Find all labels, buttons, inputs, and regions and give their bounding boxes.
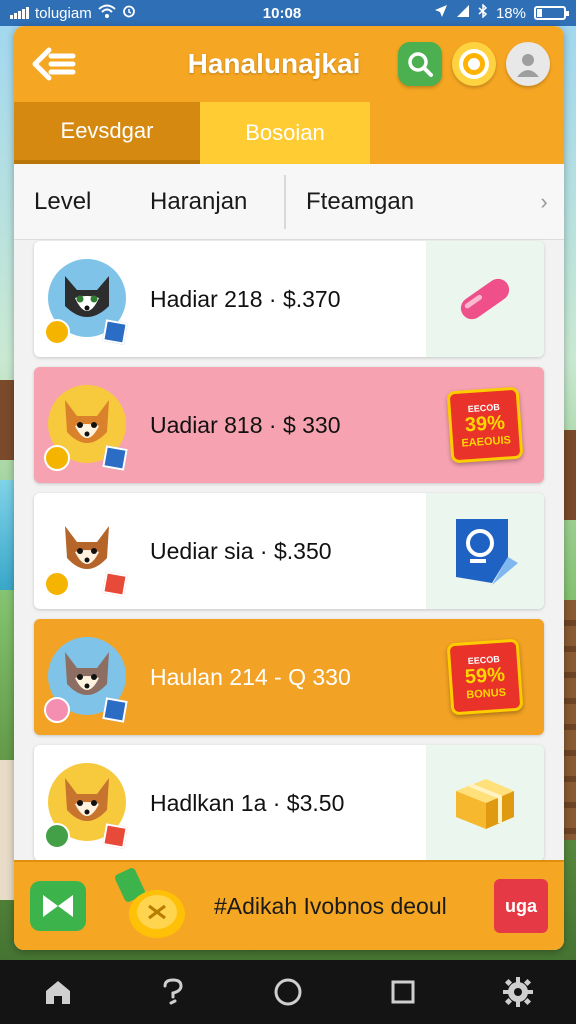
shield-icon (456, 519, 518, 585)
avatar-wrap (34, 241, 144, 357)
list-item[interactable]: Hadiar 218 · $.370 (34, 241, 544, 357)
level-badge-icon (102, 823, 128, 849)
circle-home-button[interactable] (264, 968, 312, 1016)
coin-badge-icon (44, 319, 70, 345)
avatar-wrap (34, 367, 144, 483)
settings-button[interactable] (494, 968, 542, 1016)
list-item[interactable]: Haulan 214 - Q 330 EECOB 59% BONUS (34, 619, 544, 735)
filter-row: Level Haranjan Fteamgan › (14, 164, 564, 240)
alarm-icon (122, 4, 136, 22)
row-label: Uadiar 818 · $ 330 (150, 411, 341, 438)
bluetooth-icon (478, 3, 488, 22)
signal-icon (10, 7, 29, 19)
gem-badge-icon (44, 823, 70, 849)
bonus-badge: EECOB 39% EAEOUIS (446, 386, 524, 464)
avatar-wrap (34, 619, 144, 735)
top-icons (398, 42, 550, 86)
bottom-banner: #Adikah Ivobnos deoul uga (14, 860, 564, 950)
banner-action-button[interactable]: uga (494, 879, 548, 933)
battery-fill (537, 9, 542, 17)
battery-icon (534, 6, 569, 20)
reward-slot[interactable] (426, 493, 544, 609)
coin-icon (459, 49, 489, 79)
recents-button[interactable] (379, 968, 427, 1016)
coin-badge-icon (44, 445, 70, 471)
coin-badge-icon (44, 571, 70, 597)
level-badge-icon (102, 571, 128, 597)
level-badge-icon (102, 445, 128, 471)
filter-fteamgan[interactable]: Fteamgan (286, 188, 524, 216)
bonus-badge-label: BONUS (465, 686, 507, 701)
gift-box-icon (456, 779, 514, 829)
circle-icon (274, 978, 302, 1006)
home-icon (45, 981, 70, 1004)
search-icon (408, 52, 433, 77)
square-icon (391, 980, 415, 1004)
reward-list: Hadiar 218 · $.370 Uadiar 818 · $ 330 EE… (34, 241, 544, 871)
coin-stack (106, 866, 206, 946)
profile-button[interactable] (506, 42, 550, 86)
reward-slot[interactable]: EECOB 59% BONUS (426, 619, 544, 735)
chevron-right-icon[interactable]: › (524, 189, 564, 215)
back-arrow-icon (32, 47, 76, 81)
search-button[interactable] (398, 42, 442, 86)
filter-level[interactable]: Level (14, 188, 130, 216)
page-title: Hanalunajkai (187, 48, 361, 79)
reward-slot[interactable]: EECOB 39% EAEOUIS (426, 367, 544, 483)
network-icon (456, 4, 470, 22)
reward-slot[interactable] (426, 745, 544, 861)
location-icon (434, 4, 448, 22)
question-icon (163, 978, 183, 1005)
list-item[interactable]: Uediar sia · $.350 (34, 493, 544, 609)
row-label: Hadiar 218 · $.370 (150, 285, 341, 312)
list-item[interactable]: Uadiar 818 · $ 330 EECOB 39% EAEOUIS (34, 367, 544, 483)
banner-text: #Adikah Ivobnos deoul (214, 892, 447, 919)
tab-eevsdgar[interactable]: Eevsdgar (14, 102, 200, 164)
carrier-name: tolugiam (35, 4, 92, 22)
level-badge-icon (102, 697, 128, 723)
status-bar: tolugiam 10:08 18% (0, 0, 576, 26)
app-window: Hanalunajkai Eevsdgar Bosoian Level Hara… (14, 26, 564, 950)
avatar-wrap (34, 493, 144, 609)
status-time: 10:08 (262, 4, 302, 22)
tab-row: Eevsdgar Bosoian (14, 102, 564, 164)
coins-button[interactable] (452, 42, 496, 86)
back-button[interactable] (28, 38, 80, 90)
list-item[interactable]: Hadlkan 1a · $3.50 (34, 745, 544, 861)
tab-bosoian[interactable]: Bosoian (200, 102, 370, 164)
filter-haranjan[interactable]: Haranjan (130, 174, 286, 229)
row-label: Haulan 214 - Q 330 (150, 663, 351, 690)
status-right: 18% (434, 3, 569, 22)
user-icon (517, 54, 539, 77)
bonus-badge-percent: 39% (464, 411, 506, 436)
candy-badge-icon (44, 697, 70, 723)
home-button[interactable] (34, 968, 82, 1016)
status-left: tolugiam (10, 4, 200, 22)
avatar-wrap (34, 745, 144, 861)
money-coin-icon (115, 868, 185, 938)
bow-button[interactable] (30, 881, 86, 931)
battery-percent: 18% (495, 4, 526, 22)
bonus-badge: EECOB 59% BONUS (446, 638, 524, 716)
tab-empty (370, 102, 564, 164)
navigation-bar (0, 960, 576, 1024)
reward-slot[interactable] (426, 241, 544, 357)
level-badge-icon (102, 319, 128, 345)
bow-icon (43, 895, 73, 917)
bonus-badge-percent: 59% (464, 663, 506, 688)
pill-icon (460, 278, 510, 320)
top-bar: Hanalunajkai (14, 26, 564, 102)
wifi-icon (98, 4, 116, 22)
help-button[interactable] (149, 968, 197, 1016)
row-label: Hadlkan 1a · $3.50 (150, 789, 345, 816)
row-label: Uediar sia · $.350 (150, 537, 332, 564)
gear-icon (503, 977, 534, 1007)
bonus-badge-label: EAEOUIS (461, 433, 512, 450)
